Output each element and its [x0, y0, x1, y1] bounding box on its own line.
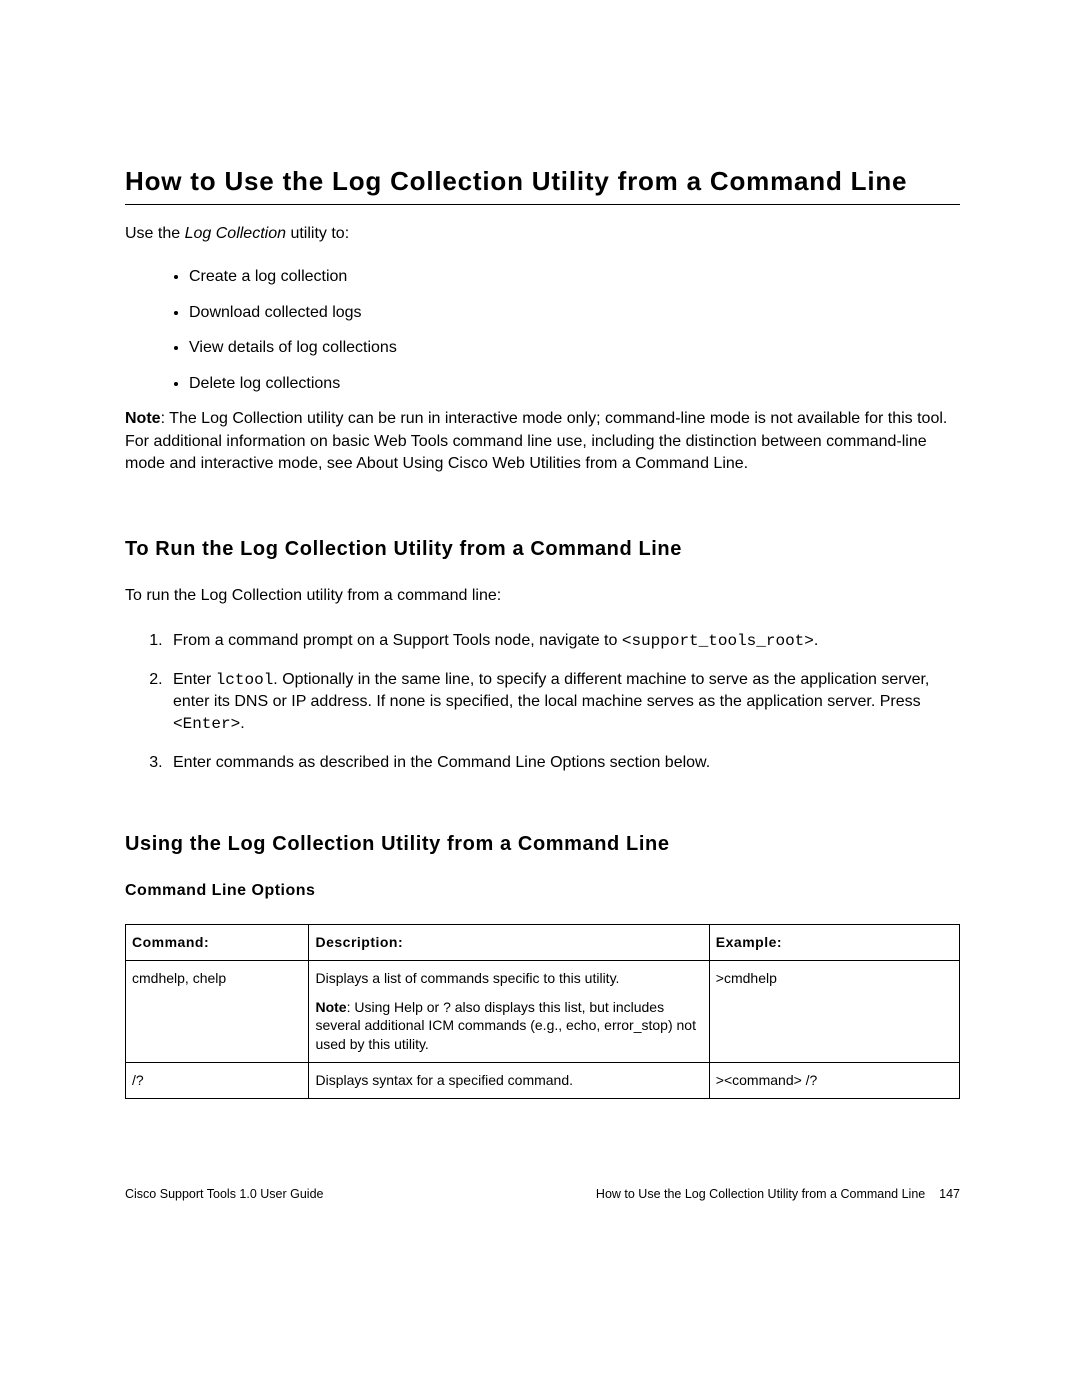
list-item: From a command prompt on a Support Tools… — [167, 630, 960, 653]
run-intro: To run the Log Collection utility from a… — [125, 585, 960, 607]
page-footer: Cisco Support Tools 1.0 User Guide How t… — [0, 1186, 1080, 1203]
intro-italic: Log Collection — [185, 225, 286, 242]
cell-example: >cmdhelp — [709, 960, 959, 1063]
list-item: View details of log collections — [189, 337, 960, 359]
footer-title: How to Use the Log Collection Utility fr… — [596, 1187, 925, 1201]
cell-example: ><command> /? — [709, 1063, 959, 1099]
cell-description: Displays a list of commands specific to … — [309, 960, 709, 1063]
step2-c: . — [240, 715, 244, 732]
desc-note-label: Note — [315, 999, 346, 1015]
step2-b: . Optionally in the same line, to specif… — [173, 671, 929, 711]
section-use-heading: Using the Log Collection Utility from a … — [125, 831, 960, 858]
footer-right: How to Use the Log Collection Utility fr… — [596, 1186, 960, 1203]
table-header-row: Command: Description: Example: — [126, 924, 960, 960]
intro-suffix: utility to: — [286, 225, 349, 242]
cell-description: Displays syntax for a specified command. — [309, 1063, 709, 1099]
table-row: /? Displays syntax for a specified comma… — [126, 1063, 960, 1099]
th-command: Command: — [126, 924, 309, 960]
list-item: Create a log collection — [189, 266, 960, 288]
desc-note-body: : Using Help or ? also displays this lis… — [315, 999, 696, 1053]
step2-code2: <Enter> — [173, 715, 240, 733]
command-options-table: Command: Description: Example: cmdhelp, … — [125, 924, 960, 1099]
step2-a: Enter — [173, 671, 216, 688]
title-underline — [125, 204, 960, 205]
list-item: Download collected logs — [189, 302, 960, 324]
step1-a: From a command prompt on a Support Tools… — [173, 632, 622, 649]
footer-page-num: 147 — [939, 1187, 960, 1201]
list-item: Enter commands as described in the Comma… — [167, 752, 960, 774]
steps-list: From a command prompt on a Support Tools… — [125, 630, 960, 773]
note-label: Note — [125, 410, 161, 427]
page-content: How to Use the Log Collection Utility fr… — [0, 0, 1080, 1099]
list-item: Enter lctool. Optionally in the same lin… — [167, 669, 960, 736]
step2-code1: lctool — [216, 671, 274, 689]
spacer — [315, 988, 702, 998]
footer-left: Cisco Support Tools 1.0 User Guide — [125, 1186, 323, 1203]
th-description: Description: — [309, 924, 709, 960]
intro-paragraph: Use the Log Collection utility to: — [125, 223, 960, 245]
page-title: How to Use the Log Collection Utility fr… — [125, 165, 960, 198]
desc-main: Displays a list of commands specific to … — [315, 970, 619, 986]
table-row: cmdhelp, chelp Displays a list of comman… — [126, 960, 960, 1063]
th-example: Example: — [709, 924, 959, 960]
cell-command: cmdhelp, chelp — [126, 960, 309, 1063]
table-caption: Command Line Options — [125, 880, 960, 902]
section-run-heading: To Run the Log Collection Utility from a… — [125, 536, 960, 563]
step1-code: <support_tools_root> — [622, 632, 814, 650]
list-item: Delete log collections — [189, 373, 960, 395]
note-paragraph: Note: The Log Collection utility can be … — [125, 408, 960, 475]
intro-prefix: Use the — [125, 225, 185, 242]
step1-b: . — [814, 632, 818, 649]
note-body: : The Log Collection utility can be run … — [125, 410, 947, 472]
use-bullets: Create a log collection Download collect… — [125, 266, 960, 394]
cell-command: /? — [126, 1063, 309, 1099]
